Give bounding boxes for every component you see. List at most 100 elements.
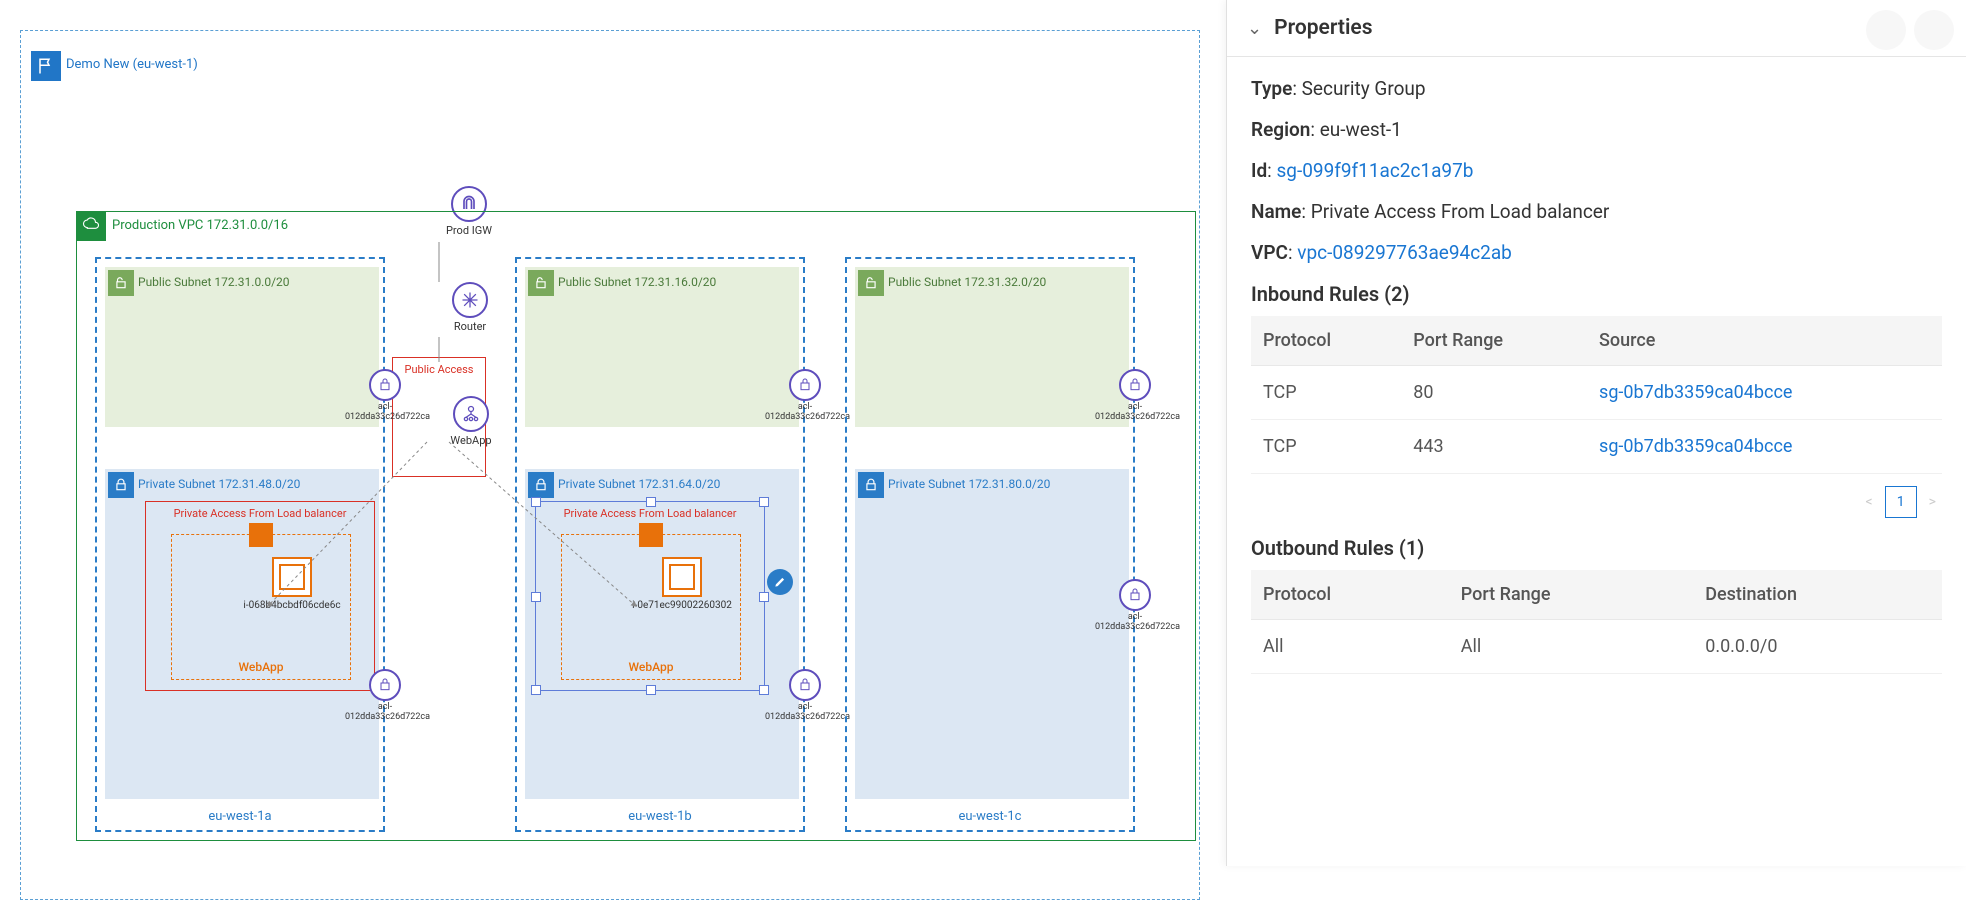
loadbalancer-node[interactable]: WebApp: [421, 396, 521, 447]
outbound-table: Protocol Port Range Destination All All …: [1251, 570, 1942, 674]
private-subnet-1c[interactable]: Private Subnet 172.31.80.0/20: [855, 469, 1129, 799]
acl-label: acl-012dda33c26d722ca: [345, 703, 425, 723]
prop-type: Type: Security Group: [1251, 77, 1942, 100]
instance-1a[interactable]: i-068b4bcbdf06cde6c: [242, 557, 342, 611]
source-link[interactable]: sg-0b7db3359ca04bcce: [1599, 382, 1792, 403]
asg-1b[interactable]: i-0e71ec99002260302 WebApp: [561, 534, 741, 680]
resize-handle[interactable]: [531, 497, 541, 507]
region-label: Demo New (eu-west-1): [66, 57, 198, 72]
shield-icon: [369, 669, 401, 701]
acl-label: acl-012dda33c26d722ca: [345, 403, 425, 423]
public-subnet-1b-label: Public Subnet 172.31.16.0/20: [558, 275, 716, 289]
private-subnet-1b[interactable]: Private Subnet 172.31.64.0/20 Private Ac…: [525, 469, 799, 799]
properties-body: Type: Security Group Region: eu-west-1 I…: [1227, 57, 1966, 866]
source-link[interactable]: sg-0b7db3359ca04bcce: [1599, 436, 1792, 457]
page-1[interactable]: 1: [1885, 486, 1917, 518]
region-box[interactable]: Demo New (eu-west-1) Prod IGW Production…: [20, 30, 1200, 900]
az-1b-label: eu-west-1b: [517, 809, 803, 824]
vpc-box[interactable]: Production VPC 172.31.0.0/16 Router Publ…: [76, 211, 1196, 841]
instance-1b[interactable]: i-0e71ec99002260302: [632, 557, 732, 611]
az-1a[interactable]: eu-west-1a Public Subnet 172.31.0.0/20 P…: [95, 257, 385, 832]
private-subnet-1a[interactable]: Private Subnet 172.31.48.0/20 Private Ac…: [105, 469, 379, 799]
table-row: TCP 443 sg-0b7db3359ca04bcce: [1251, 420, 1942, 474]
loadbalancer-label: WebApp: [421, 434, 521, 447]
properties-panel: ⌄ Properties Type: Security Group Region…: [1226, 0, 1966, 866]
shield-icon: [1119, 579, 1151, 611]
resize-handle[interactable]: [531, 685, 541, 695]
acl-1a-pub[interactable]: acl-012dda33c26d722ca: [345, 369, 425, 423]
private-subnet-1a-label: Private Subnet 172.31.48.0/20: [138, 477, 300, 491]
public-subnet-1a[interactable]: Public Subnet 172.31.0.0/20: [105, 267, 379, 427]
properties-title: Properties: [1274, 16, 1372, 40]
sg-private-1b-selected[interactable]: Private Access From Load balancer i-0e71…: [535, 501, 765, 691]
edit-action-button[interactable]: [767, 569, 793, 595]
prop-vpc: VPC: vpc-089297763ae94c2ab: [1251, 241, 1942, 264]
resize-handle[interactable]: [759, 497, 769, 507]
asg-1b-label: WebApp: [562, 660, 740, 674]
asg-icon: [249, 523, 273, 547]
asg-1a-label: WebApp: [172, 660, 350, 674]
az-1a-label: eu-west-1a: [97, 809, 383, 824]
pagination: < 1 >: [1251, 486, 1942, 518]
public-subnet-1b[interactable]: Public Subnet 172.31.16.0/20: [525, 267, 799, 427]
acl-1b-pub[interactable]: acl-012dda33c26d722ca: [765, 369, 845, 423]
vpc-icon: [76, 211, 106, 241]
public-subnet-1c-label: Public Subnet 172.31.32.0/20: [888, 275, 1046, 289]
sg-private-1b-label: Private Access From Load balancer: [536, 507, 764, 520]
vpc-link[interactable]: vpc-089297763ae94c2ab: [1297, 241, 1512, 264]
diagram-canvas[interactable]: Demo New (eu-west-1) Prod IGW Production…: [0, 0, 1226, 866]
resize-handle[interactable]: [759, 592, 769, 602]
az-1c[interactable]: eu-west-1c Public Subnet 172.31.32.0/20 …: [845, 257, 1135, 832]
th-protocol: Protocol: [1251, 570, 1449, 620]
th-port: Port Range: [1401, 316, 1587, 366]
public-subnet-1c[interactable]: Public Subnet 172.31.32.0/20: [855, 267, 1129, 427]
prop-id: Id: sg-099f9f11ac2c1a97b: [1251, 159, 1942, 182]
lock-icon: [858, 472, 884, 498]
th-port: Port Range: [1449, 570, 1693, 620]
lock-icon: [528, 472, 554, 498]
ec2-icon: [662, 557, 702, 597]
instance-1b-id: i-0e71ec99002260302: [632, 600, 732, 611]
th-destination: Destination: [1693, 570, 1942, 620]
acl-1b-priv[interactable]: acl-012dda33c26d722ca: [765, 669, 845, 723]
table-row: All All 0.0.0.0/0: [1251, 620, 1942, 674]
acl-label: acl-012dda33c26d722ca: [765, 403, 845, 423]
router-label: Router: [420, 320, 520, 333]
lock-icon: [108, 472, 134, 498]
asg-icon: [639, 523, 663, 547]
shield-icon: [789, 369, 821, 401]
page-next[interactable]: >: [1923, 494, 1942, 510]
resize-handle[interactable]: [646, 685, 656, 695]
router-icon: [452, 282, 488, 318]
az-1c-label: eu-west-1c: [847, 809, 1133, 824]
lock-open-icon: [108, 270, 134, 296]
page-prev[interactable]: <: [1860, 494, 1879, 510]
asg-1a[interactable]: i-068b4bcbdf06cde6c WebApp: [171, 534, 351, 680]
chevron-down-icon[interactable]: ⌄: [1247, 18, 1262, 39]
inbound-title: Inbound Rules (2): [1251, 282, 1942, 306]
shield-icon: [1119, 369, 1151, 401]
sg-private-1a-label: Private Access From Load balancer: [146, 507, 374, 520]
acl-label: acl-012dda33c26d722ca: [1095, 613, 1175, 633]
resize-handle[interactable]: [646, 497, 656, 507]
ec2-icon: [272, 557, 312, 597]
id-link[interactable]: sg-099f9f11ac2c1a97b: [1277, 159, 1474, 182]
acl-1a-priv[interactable]: acl-012dda33c26d722ca: [345, 669, 425, 723]
sg-private-1a[interactable]: Private Access From Load balancer i-068b…: [145, 501, 375, 691]
acl-1c-priv[interactable]: acl-012dda33c26d722ca: [1095, 579, 1175, 633]
acl-label: acl-012dda33c26d722ca: [765, 703, 845, 723]
outbound-title: Outbound Rules (1): [1251, 536, 1942, 560]
private-subnet-1c-label: Private Subnet 172.31.80.0/20: [888, 477, 1050, 491]
shield-icon: [369, 369, 401, 401]
panel-action-1[interactable]: [1866, 10, 1906, 50]
az-1b[interactable]: eu-west-1b Public Subnet 172.31.16.0/20 …: [515, 257, 805, 832]
properties-header[interactable]: ⌄ Properties: [1227, 0, 1966, 57]
router-node[interactable]: Router: [420, 282, 520, 333]
region-flag-icon: [31, 51, 61, 81]
prop-region: Region: eu-west-1: [1251, 118, 1942, 141]
lock-open-icon: [858, 270, 884, 296]
panel-action-2[interactable]: [1914, 10, 1954, 50]
lock-open-icon: [528, 270, 554, 296]
acl-1c-pub[interactable]: acl-012dda33c26d722ca: [1095, 369, 1175, 423]
resize-handle[interactable]: [531, 592, 541, 602]
